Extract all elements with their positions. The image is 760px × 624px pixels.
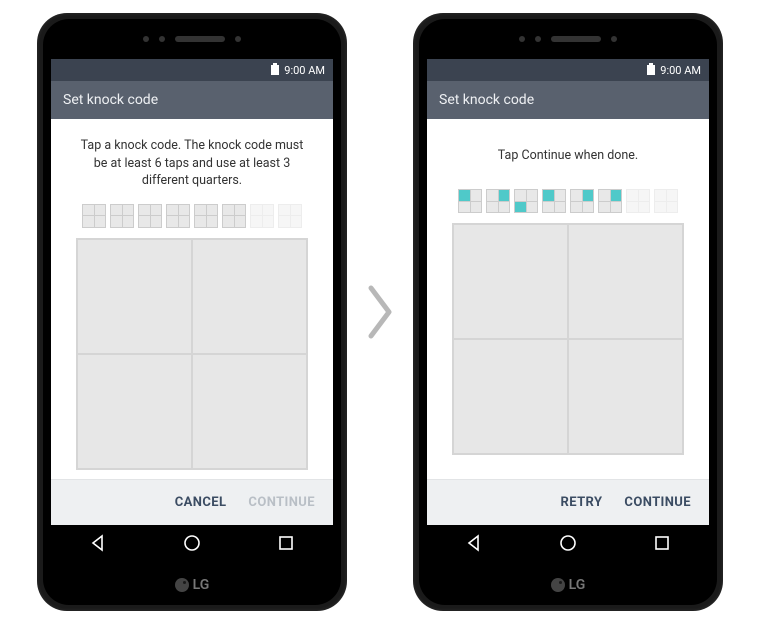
status-bar: 9:00 AM — [51, 59, 333, 81]
instruction-text: Tap a knock code. The knock code must be… — [51, 119, 333, 200]
knock-quadrant-4[interactable] — [192, 354, 307, 469]
home-icon[interactable] — [182, 533, 202, 557]
brand-label: LG — [569, 577, 586, 593]
earpiece — [43, 19, 341, 59]
tap-indicator — [654, 189, 678, 213]
lg-logo-icon — [551, 578, 565, 592]
tap-indicator — [598, 189, 622, 213]
back-icon[interactable] — [464, 533, 484, 557]
knock-quadrant-3[interactable] — [453, 339, 568, 454]
tap-indicator — [194, 204, 218, 228]
recents-icon[interactable] — [652, 533, 672, 557]
tap-indicator — [486, 189, 510, 213]
status-time: 9:00 AM — [660, 64, 701, 77]
continue-button[interactable]: CONTINUE — [624, 495, 691, 510]
button-bar: RETRY CONTINUE — [427, 479, 709, 525]
back-icon[interactable] — [88, 533, 108, 557]
tap-indicator — [570, 189, 594, 213]
screen: 9:00 AM Set knock code Tap Continue when… — [427, 59, 709, 525]
knock-quadrant-1[interactable] — [453, 224, 568, 339]
appbar-title: Set knock code — [439, 92, 534, 108]
knock-grid[interactable] — [76, 238, 308, 470]
appbar-title: Set knock code — [63, 92, 158, 108]
tap-indicator — [278, 204, 302, 228]
phone-chin: LG — [419, 565, 717, 605]
indicator-row-right — [458, 189, 678, 213]
phone-body: 9:00 AM Set knock code Tap Continue when… — [419, 19, 717, 605]
android-navbar — [51, 525, 333, 565]
knock-grid[interactable] — [452, 223, 684, 455]
tap-indicator — [82, 204, 106, 228]
home-icon[interactable] — [558, 533, 578, 557]
screen: 9:00 AM Set knock code Tap a knock code.… — [51, 59, 333, 525]
knock-quadrant-2[interactable] — [568, 224, 683, 339]
phone-body: 9:00 AM Set knock code Tap a knock code.… — [43, 19, 341, 605]
cancel-button[interactable]: CANCEL — [175, 495, 227, 510]
knock-quadrant-1[interactable] — [77, 239, 192, 354]
app-bar: Set knock code — [427, 81, 709, 119]
battery-icon — [646, 63, 656, 78]
arrow-icon — [363, 282, 397, 342]
button-bar: CANCEL CONTINUE — [51, 479, 333, 525]
instruction-text: Tap Continue when done. — [476, 119, 660, 185]
knock-quadrant-2[interactable] — [192, 239, 307, 354]
phone-right: 9:00 AM Set knock code Tap Continue when… — [413, 13, 723, 611]
retry-button[interactable]: RETRY — [561, 495, 603, 510]
knock-quadrant-3[interactable] — [77, 354, 192, 469]
tap-indicator — [514, 189, 538, 213]
app-bar: Set knock code — [51, 81, 333, 119]
tap-indicator — [542, 189, 566, 213]
tap-indicator — [626, 189, 650, 213]
indicator-row-left — [82, 204, 302, 228]
tap-indicator — [166, 204, 190, 228]
lg-logo-icon — [175, 578, 189, 592]
continue-button[interactable]: CONTINUE — [248, 495, 315, 510]
content-area: Tap a knock code. The knock code must be… — [51, 119, 333, 479]
brand-label: LG — [193, 577, 210, 593]
knock-quadrant-4[interactable] — [568, 339, 683, 454]
tap-indicator — [222, 204, 246, 228]
phone-left: 9:00 AM Set knock code Tap a knock code.… — [37, 13, 347, 611]
tap-indicator — [110, 204, 134, 228]
recents-icon[interactable] — [276, 533, 296, 557]
content-area: Tap Continue when done. — [427, 119, 709, 479]
tap-indicator — [138, 204, 162, 228]
android-navbar — [427, 525, 709, 565]
battery-icon — [270, 63, 280, 78]
status-time: 9:00 AM — [284, 64, 325, 77]
tap-indicator — [458, 189, 482, 213]
tap-indicator — [250, 204, 274, 228]
phone-chin: LG — [43, 565, 341, 605]
status-bar: 9:00 AM — [427, 59, 709, 81]
earpiece — [419, 19, 717, 59]
